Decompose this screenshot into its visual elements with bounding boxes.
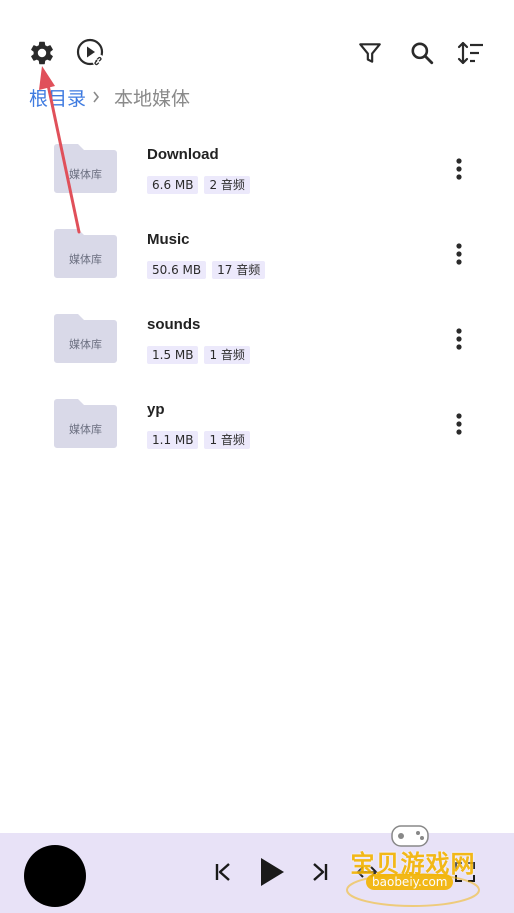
shuffle-button[interactable]: [352, 857, 382, 887]
breadcrumb-current: 本地媒体: [114, 87, 191, 110]
size-badge: 1.1 MB: [147, 431, 199, 449]
chevron-right-icon: [92, 91, 100, 103]
size-badge: 1.5 MB: [147, 346, 199, 364]
settings-button[interactable]: [22, 33, 62, 73]
item-name: sounds: [147, 316, 201, 333]
next-icon: [313, 863, 328, 881]
breadcrumb: 根目录 本地媒体: [29, 84, 190, 110]
size-badge: 6.6 MB: [147, 176, 199, 194]
stream-play-button[interactable]: [71, 33, 111, 73]
folder-label: 媒体库: [69, 423, 102, 436]
next-button[interactable]: [305, 857, 335, 887]
item-badges: 6.6 MB 2 音频: [147, 176, 250, 194]
item-badges: 50.6 MB 17 音频: [147, 261, 266, 279]
more-options-button[interactable]: [444, 236, 474, 272]
folder-label: 媒体库: [69, 338, 102, 351]
folder-label: 媒体库: [69, 253, 102, 266]
previous-icon: [215, 863, 230, 881]
count-badge: 1 音频: [204, 346, 250, 364]
item-badges: 1.5 MB 1 音频: [147, 346, 250, 364]
item-badges: 1.1 MB 1 音频: [147, 431, 250, 449]
more-vert-icon: [456, 243, 462, 265]
previous-button[interactable]: [208, 857, 238, 887]
list-item[interactable]: 媒体库 Download 6.6 MB 2 音频: [0, 127, 514, 212]
more-vert-icon: [456, 158, 462, 180]
list-item[interactable]: 媒体库 Music 50.6 MB 17 音频: [0, 212, 514, 297]
count-badge: 1 音频: [204, 431, 250, 449]
media-folder-list: 媒体库 Download 6.6 MB 2 音频 媒体库 Music 50.6 …: [0, 127, 514, 467]
top-toolbar: [0, 0, 514, 82]
breadcrumb-root[interactable]: 根目录: [29, 84, 86, 111]
sort-button[interactable]: [451, 33, 491, 73]
more-vert-icon: [456, 328, 462, 350]
play-circle-link-icon: [76, 38, 104, 66]
gear-icon: [31, 41, 53, 65]
folder-icon: 媒体库: [54, 229, 117, 278]
item-name: yp: [147, 401, 165, 418]
list-item[interactable]: 媒体库 yp 1.1 MB 1 音频: [0, 382, 514, 467]
count-badge: 17 音频: [212, 261, 266, 279]
count-badge: 2 音频: [204, 176, 250, 194]
more-options-button[interactable]: [444, 151, 474, 187]
folder-icon: 媒体库: [54, 314, 117, 363]
album-art[interactable]: [24, 845, 86, 907]
player-bar: [0, 833, 514, 913]
size-badge: 50.6 MB: [147, 261, 207, 279]
more-options-button[interactable]: [444, 321, 474, 357]
search-icon: [411, 42, 434, 65]
fullscreen-icon: [455, 862, 475, 882]
list-item[interactable]: 媒体库 sounds 1.5 MB 1 音频: [0, 297, 514, 382]
item-name: Music: [147, 231, 190, 248]
more-vert-icon: [456, 413, 462, 435]
fullscreen-button[interactable]: [450, 857, 480, 887]
item-name: Download: [147, 146, 219, 163]
play-icon: [261, 858, 284, 886]
sort-icon: [457, 41, 483, 65]
filter-icon: [359, 43, 381, 63]
filter-button[interactable]: [350, 33, 390, 73]
folder-icon: 媒体库: [54, 399, 117, 448]
more-options-button[interactable]: [444, 406, 474, 442]
shuffle-icon: [356, 866, 378, 878]
folder-label: 媒体库: [69, 168, 102, 181]
play-button[interactable]: [254, 854, 290, 890]
folder-icon: 媒体库: [54, 144, 117, 193]
search-button[interactable]: [402, 33, 442, 73]
